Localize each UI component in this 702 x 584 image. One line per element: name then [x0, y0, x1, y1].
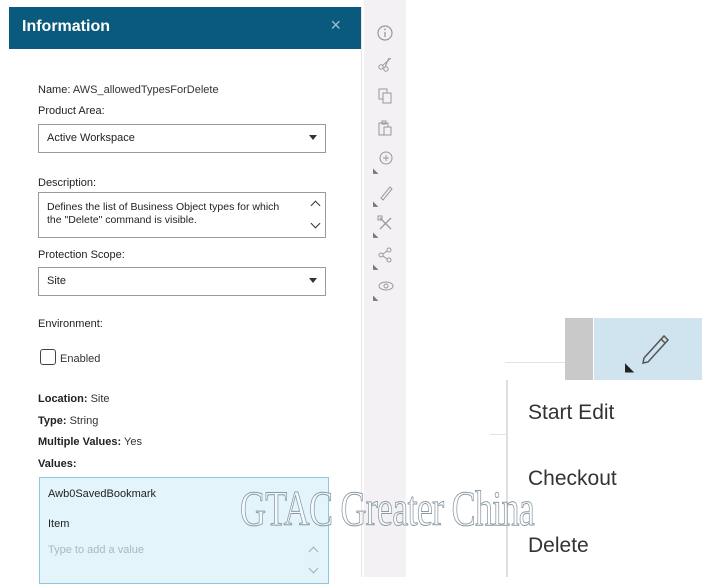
copy-icon[interactable]: [375, 87, 395, 107]
dropdown-indicator-icon: ◣: [373, 232, 379, 239]
protection-scope-select[interactable]: Site: [38, 267, 326, 296]
menu-item-start-edit[interactable]: Start Edit: [528, 401, 614, 425]
description-value: Defines the list of Business Object type…: [47, 201, 280, 226]
location-label: Location:: [38, 393, 88, 405]
product-area-value: Active Workspace: [47, 132, 135, 144]
tools-icon[interactable]: ◣: [373, 214, 395, 239]
scroll-down-icon[interactable]: [310, 218, 321, 229]
protection-scope-value: Site: [47, 275, 66, 287]
scroll-down-icon[interactable]: [308, 563, 319, 574]
scroll-up-icon[interactable]: [308, 546, 319, 557]
menu-item-checkout[interactable]: Checkout: [528, 467, 617, 491]
cut-icon[interactable]: [375, 55, 395, 75]
divider: [490, 434, 508, 435]
dropdown-indicator-icon: ◣: [373, 168, 379, 175]
name-value: AWS_allowedTypesForDelete: [72, 84, 219, 96]
close-icon[interactable]: ×: [330, 16, 341, 34]
values-label: Values:: [38, 458, 77, 470]
product-area-select[interactable]: Active Workspace: [38, 124, 326, 153]
share-icon[interactable]: ◣: [373, 246, 395, 271]
product-area-label: Product Area:: [38, 105, 105, 117]
toolbar-separator: [565, 318, 593, 380]
paste-icon[interactable]: [375, 119, 395, 139]
multiple-values-label: Multiple Values:: [38, 436, 122, 448]
description-scrollbar[interactable]: [310, 196, 322, 234]
dropdown-indicator-icon: ◣: [373, 201, 379, 208]
enabled-checkbox[interactable]: [40, 349, 56, 365]
list-item[interactable]: Item: [48, 518, 69, 530]
type-label: Type:: [38, 415, 67, 427]
location-row: Location: Site: [38, 393, 110, 405]
add-icon[interactable]: ◣: [373, 150, 395, 175]
pencil-icon: [638, 330, 672, 370]
scroll-up-icon[interactable]: [310, 200, 321, 211]
name-row: Name: AWS_allowedTypesForDelete: [38, 84, 219, 96]
multiple-values-value: Yes: [124, 436, 142, 448]
list-item[interactable]: Awb0SavedBookmark: [48, 488, 156, 500]
description-label: Description:: [38, 177, 97, 189]
environment-label: Environment:: [38, 318, 103, 330]
protection-scope-label: Protection Scope:: [38, 249, 125, 261]
type-value: String: [69, 415, 99, 427]
watermark: GTAC Greater China: [240, 480, 536, 537]
values-label-text: Values:: [38, 458, 77, 470]
enabled-label: Enabled: [60, 353, 101, 365]
panel-title: Information: [22, 18, 110, 35]
description-field[interactable]: Defines the list of Business Object type…: [38, 192, 326, 238]
info-icon[interactable]: [375, 24, 395, 44]
panel-header: Information ×: [9, 7, 361, 49]
edit-button[interactable]: ◣: [594, 318, 702, 380]
chevron-down-icon: [309, 135, 317, 140]
type-row: Type: String: [38, 415, 98, 427]
menu-item-delete[interactable]: Delete: [528, 534, 589, 558]
dropdown-indicator-icon: ◣: [373, 295, 379, 302]
chevron-down-icon: [309, 278, 317, 283]
view-icon[interactable]: ◣: [373, 277, 395, 302]
dropdown-indicator-icon: ◣: [625, 360, 635, 374]
name-label: Name:: [38, 84, 71, 96]
edit-icon[interactable]: ◣: [373, 183, 395, 208]
multiple-values-row: Multiple Values: Yes: [38, 436, 142, 448]
dropdown-indicator-icon: ◣: [373, 264, 379, 271]
add-value-input[interactable]: Type to add a value: [48, 544, 144, 556]
location-value: Site: [90, 393, 110, 405]
